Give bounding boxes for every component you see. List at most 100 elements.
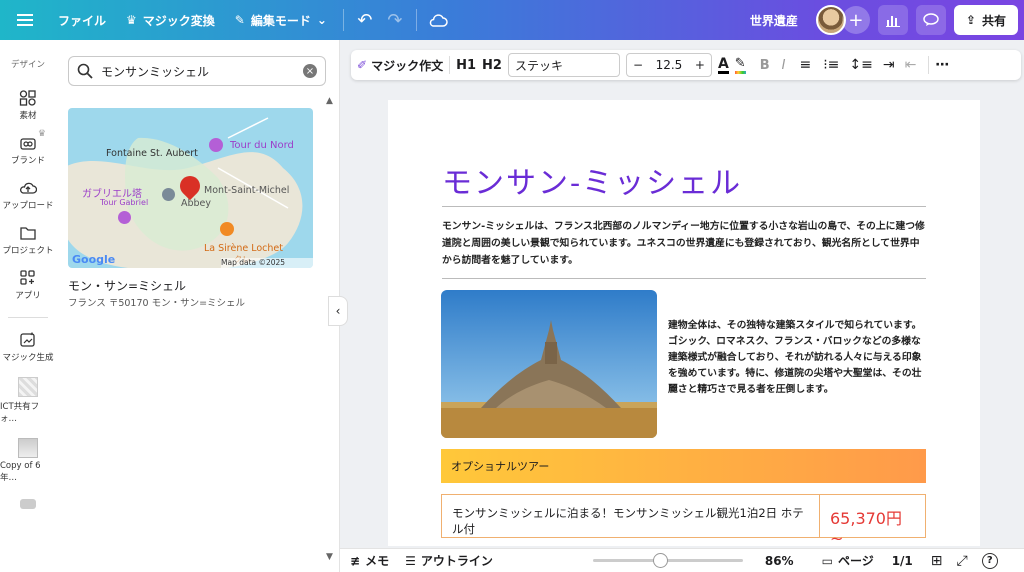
architecture-paragraph[interactable]: 建物全体は、その独特な建築スタイルで知られています。ゴシック、ロマネスク、フラン… [668, 318, 928, 398]
search-input[interactable]: モンサンミッシェル [101, 63, 295, 80]
share-button[interactable]: ⇪ 共有 [953, 5, 1018, 35]
map-pin-restaurant [220, 222, 234, 236]
clear-search-icon[interactable]: × [303, 64, 317, 78]
magic-switch-label: マジック変換 [142, 13, 215, 28]
hamburger-menu-icon[interactable] [10, 5, 40, 35]
add-collaborator-icon[interactable]: + [841, 6, 870, 34]
project-title-label: 世界遺産 [749, 13, 798, 28]
share-label: 共有 [981, 13, 1006, 28]
redo-icon[interactable]: ↷ [380, 5, 410, 35]
more-options-icon[interactable]: ⋯ [935, 57, 949, 73]
rail-item-brand[interactable]: ♛ ブランド [0, 129, 56, 166]
line-spacing-icon[interactable]: ↕≡ [849, 57, 872, 73]
map-label-tour-nord: Tour du Nord [230, 140, 294, 151]
design-canvas[interactable]: モンサン-ミッシェル モンサン-ミッシェルは、フランス北西部のノルマンディー地方… [388, 100, 980, 546]
outdent-icon[interactable]: ⇤ [905, 57, 917, 73]
align-left-icon[interactable]: ≡ [799, 57, 811, 73]
collapse-panel-button[interactable]: ‹ [328, 296, 348, 326]
map-pin-attraction [162, 188, 175, 201]
outline-icon: ☰ [405, 553, 416, 568]
rail-item-magic-gen[interactable]: マジック生成 [0, 332, 56, 363]
grid-view-icon[interactable]: ⊞ [931, 553, 943, 569]
italic-icon[interactable]: I [782, 58, 786, 73]
bold-icon[interactable]: B [760, 58, 770, 73]
optional-tour-label: オプショナルツアー [451, 460, 550, 473]
panel-scrollbar[interactable]: ▲ ▼ [326, 96, 336, 566]
divider [442, 278, 926, 279]
tour-price[interactable]: 65,370円~ [820, 495, 925, 546]
map-pin-tour-nord [209, 138, 223, 152]
decrease-size-icon[interactable]: − [633, 58, 643, 72]
outline-button[interactable]: ☰ アウトライン [405, 552, 493, 569]
intro-paragraph[interactable]: モンサン-ミッシェルは、フランス北西部のノルマンディー地方に位置する小さな岩山の… [442, 218, 926, 269]
rail-item-copy-file[interactable]: Copy of 6年… [0, 438, 56, 483]
rail-apps-label: アプリ [15, 291, 41, 301]
font-size-value[interactable]: 12.5 [656, 58, 683, 72]
notes-button[interactable]: ≢ メモ [350, 552, 389, 569]
scroll-up-icon[interactable]: ▲ [326, 96, 333, 106]
rail-item-design[interactable]: デザイン [0, 58, 56, 70]
rail-item-apps[interactable]: アプリ [0, 270, 56, 301]
bullet-list-icon[interactable]: ⁝≡ [823, 57, 839, 73]
undo-icon[interactable]: ↶ [350, 5, 380, 35]
rail-item-ict-folder[interactable]: ICT共有フォ… [0, 377, 56, 424]
map-thumbnail[interactable]: Fontaine St. Aubert Tour du Nord ガブリエル塔 … [68, 108, 313, 268]
page-view-button[interactable]: ▭ ページ [822, 552, 874, 569]
place-title[interactable]: モン・サン=ミシェル [68, 277, 186, 294]
page-count[interactable]: 1/1 [892, 554, 913, 568]
divider [342, 9, 344, 31]
map-label-fontaine: Fontaine St. Aubert [106, 148, 198, 159]
rail-design-label: デザイン [10, 60, 45, 70]
scroll-down-icon[interactable]: ▼ [326, 552, 333, 562]
analytics-icon[interactable] [877, 5, 908, 35]
upload-icon [20, 182, 37, 194]
edit-mode-dropdown[interactable]: ✎ 編集モード ⌄ [225, 0, 337, 40]
increase-size-icon[interactable]: + [695, 58, 705, 72]
file-menu[interactable]: ファイル [48, 0, 116, 40]
rail-item-elements[interactable]: 素材 [0, 90, 56, 121]
map-data-credit: Map data ©2025 Google [221, 258, 313, 268]
rail-elements-label: 素材 [19, 111, 37, 121]
divider [449, 56, 451, 74]
text-toolbar: ✐ マジック作文 H1 H2 ステッキ − 12.5 + A ✎ B I ≡ ⁝… [351, 50, 1021, 80]
ict-folder-icon [18, 377, 38, 397]
rail-ict-label: ICT共有フォ… [0, 402, 40, 424]
copy-file-icon [18, 438, 38, 458]
left-rail: デザイン 素材 ♛ ブランド アップロード プロジェクト アプリ マジック生成 … [0, 40, 56, 572]
comment-icon[interactable] [915, 5, 946, 35]
optional-tour-banner[interactable]: オプショナルツアー [441, 449, 926, 483]
highlight-icon[interactable]: ✎ [734, 56, 746, 74]
zoom-value[interactable]: 86% [765, 554, 794, 568]
font-size-stepper[interactable]: − 12.5 + [625, 53, 712, 77]
help-icon[interactable]: ? [981, 552, 998, 569]
font-selector[interactable]: ステッキ [507, 53, 620, 77]
rail-item-projects[interactable]: プロジェクト [0, 225, 56, 256]
document-title[interactable]: モンサン-ミッシェル [442, 158, 742, 202]
text-color-icon[interactable]: A [717, 57, 729, 74]
divider [8, 317, 48, 318]
crown-icon: ♛ [37, 129, 46, 139]
cloud-sync-icon[interactable] [423, 5, 453, 35]
brand-icon [20, 138, 36, 150]
pencil-icon: ✎ [234, 13, 245, 27]
heading1-button[interactable]: H1 [456, 58, 476, 73]
fullscreen-icon[interactable]: ⤢ [957, 553, 968, 569]
rail-item-upload[interactable]: アップロード [0, 180, 56, 211]
heading2-button[interactable]: H2 [482, 58, 502, 73]
search-box[interactable]: モンサンミッシェル × [68, 56, 326, 86]
magic-write-button[interactable]: ✐ マジック作文 [357, 57, 443, 74]
map-label-gabriel: Tour Gabriel [100, 198, 149, 207]
magic-switch-button[interactable]: ♛ マジック変換 [116, 0, 225, 40]
project-title[interactable]: 世界遺産 [740, 0, 808, 40]
tour-name[interactable]: モンサンミッシェルに泊まる！モンサンミッシェル観光1泊2日 ホテル付 [442, 495, 820, 537]
font-name: ステッキ [514, 58, 563, 73]
mont-saint-michel-photo[interactable] [441, 290, 657, 438]
elements-icon [19, 90, 36, 106]
tour-row[interactable]: モンサンミッシェルに泊まる！モンサンミッシェル観光1泊2日 ホテル付 65,37… [441, 494, 926, 546]
google-logo: Google [72, 253, 116, 266]
zoom-slider[interactable] [592, 553, 743, 568]
youtube-icon[interactable] [20, 499, 36, 509]
magic-write-label: マジック作文 [371, 58, 444, 73]
indent-icon[interactable]: ⇥ [883, 57, 895, 73]
zoom-slider-handle[interactable] [653, 553, 669, 568]
